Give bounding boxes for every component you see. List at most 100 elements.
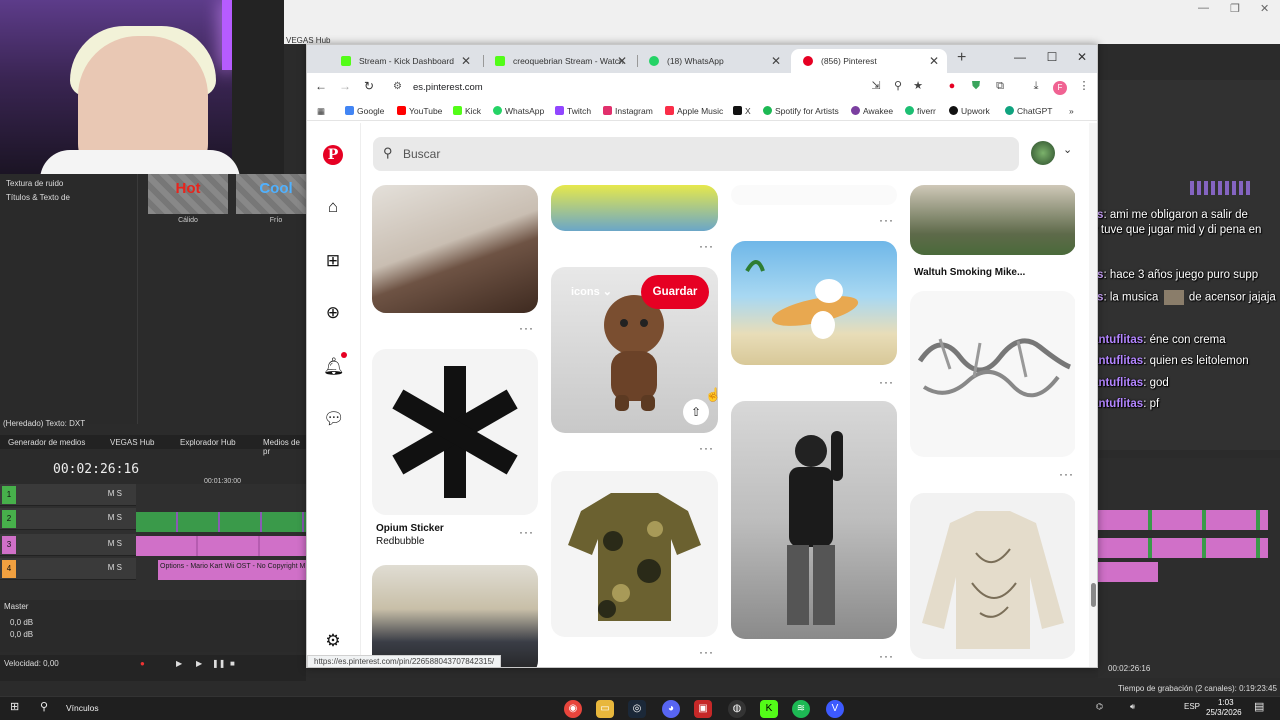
discord-icon[interactable]: ◕: [662, 700, 680, 718]
tab-whatsapp[interactable]: (18) WhatsApp ✕: [637, 49, 789, 73]
more-options-icon[interactable]: ···: [699, 645, 714, 659]
track-header[interactable]: 4 M S: [0, 558, 136, 580]
more-options-icon[interactable]: ···: [519, 321, 534, 335]
more-options-icon[interactable]: ···: [879, 375, 894, 389]
menu-icon[interactable]: ⋮: [1077, 79, 1091, 93]
bookmark-fiverr[interactable]: fiverr: [905, 106, 936, 116]
restore-icon[interactable]: ❐: [1230, 2, 1240, 15]
pin-card[interactable]: [372, 349, 538, 515]
mute-solo[interactable]: M S: [108, 539, 122, 548]
notification-center-icon[interactable]: ▤: [1254, 700, 1264, 713]
pin-card[interactable]: [731, 241, 897, 365]
track-header[interactable]: 3 M S: [0, 534, 136, 556]
effects-item[interactable]: Títulos & Texto de: [6, 193, 70, 202]
effects-item[interactable]: Textura de ruido: [6, 179, 63, 188]
tab-kick-dashboard[interactable]: Stream - Kick Dashboard ✕: [329, 49, 479, 73]
save-button[interactable]: Guardar: [641, 275, 709, 309]
play-icon[interactable]: ▶: [196, 659, 202, 668]
download-icon[interactable]: ⤓: [1029, 79, 1043, 93]
pinterest-logo[interactable]: P: [323, 145, 343, 165]
site-info-icon[interactable]: ⚙: [393, 81, 402, 92]
tab-vegas-hub[interactable]: VEGAS Hub: [110, 438, 154, 447]
minimize-icon[interactable]: —: [1013, 50, 1027, 64]
pin-card[interactable]: [551, 471, 718, 637]
clip-strip[interactable]: [1098, 538, 1268, 558]
record-icon[interactable]: ●: [140, 659, 145, 668]
tab-kick-watch[interactable]: creoquebrian Stream - Watch ✕: [483, 49, 635, 73]
create-icon[interactable]: ⊕: [323, 303, 343, 323]
clip-strip[interactable]: [1098, 510, 1268, 530]
pin-card[interactable]: [731, 185, 897, 205]
pin-title[interactable]: Opium Sticker: [376, 523, 444, 534]
taskbar-search-label[interactable]: Vínculos: [66, 703, 99, 713]
close-window-icon[interactable]: ✕: [1075, 50, 1089, 64]
search-icon[interactable]: ⚲: [40, 700, 48, 713]
bookmark-x[interactable]: X: [733, 106, 751, 116]
pin-card[interactable]: [551, 185, 718, 231]
close-tab-icon[interactable]: ✕: [929, 49, 939, 73]
windows-start-icon[interactable]: ⊞: [10, 700, 19, 713]
audio-clips[interactable]: [136, 536, 306, 556]
extensions-icon[interactable]: ⧉: [993, 79, 1007, 93]
opera-icon[interactable]: ●: [945, 79, 959, 93]
url-text[interactable]: es.pinterest.com: [413, 82, 483, 93]
clock-time[interactable]: 1:03: [1218, 698, 1234, 707]
mute-solo[interactable]: M S: [108, 513, 122, 522]
bookmark-awakee[interactable]: Awakee: [851, 106, 893, 116]
pin-card[interactable]: [372, 185, 538, 313]
back-icon[interactable]: ←: [313, 79, 329, 93]
reload-icon[interactable]: ↻: [361, 79, 377, 93]
close-tab-icon[interactable]: ✕: [617, 49, 627, 73]
tab-media-generator[interactable]: Generador de medios: [8, 438, 85, 447]
forward-icon[interactable]: →: [337, 79, 353, 93]
pin-source[interactable]: Redbubble: [376, 536, 424, 547]
voicemod-icon[interactable]: ▣: [694, 700, 712, 718]
fx-thumb-cool[interactable]: Cool: [236, 174, 316, 214]
bookmark-chatgpt[interactable]: ChatGPT: [1005, 106, 1052, 116]
bookmark-apple-music[interactable]: Apple Music: [665, 106, 723, 116]
video-clips[interactable]: [136, 512, 306, 532]
address-bar[interactable]: ⚙ es.pinterest.com: [387, 77, 907, 99]
bookmark-kick[interactable]: Kick: [453, 106, 481, 116]
vegas-app-icon[interactable]: V: [826, 700, 844, 718]
home-icon[interactable]: ⌂: [323, 197, 343, 217]
pause-icon[interactable]: ❚❚: [212, 659, 225, 668]
clip-strip[interactable]: [1098, 562, 1158, 582]
spotify-app-icon[interactable]: ≋: [792, 700, 810, 718]
notifications-icon[interactable]: 🔔︎: [323, 357, 345, 377]
close-icon[interactable]: ✕: [1260, 2, 1269, 15]
track-header[interactable]: 1 M S: [0, 484, 136, 506]
pin-card[interactable]: [910, 493, 1075, 659]
more-bookmarks-icon[interactable]: »: [1069, 106, 1074, 116]
install-icon[interactable]: ⇲: [869, 79, 883, 93]
bookmark-whatsapp[interactable]: WhatsApp: [493, 106, 544, 116]
more-options-icon[interactable]: ···: [879, 649, 894, 663]
explore-icon[interactable]: ⊞: [323, 251, 343, 271]
file-explorer-icon[interactable]: ▭: [596, 700, 614, 718]
chevron-down-icon[interactable]: ⌄: [1063, 143, 1072, 156]
bookmark-spotify[interactable]: Spotify for Artists: [763, 106, 839, 116]
steam-icon[interactable]: ◎: [628, 700, 646, 718]
user-avatar[interactable]: [1031, 141, 1055, 165]
tab-hub-explorer[interactable]: Explorador Hub: [180, 438, 236, 447]
stop-icon[interactable]: ■: [230, 659, 235, 668]
wifi-icon[interactable]: ⌬: [1096, 702, 1103, 711]
mute-solo[interactable]: M S: [108, 489, 122, 498]
more-options-icon[interactable]: ···: [519, 525, 534, 539]
messages-icon[interactable]: 💬︎: [323, 409, 345, 429]
bookmark-upwork[interactable]: Upwork: [949, 106, 990, 116]
kick-app-icon[interactable]: K: [760, 700, 778, 718]
shield-icon[interactable]: ⛊: [969, 79, 983, 93]
more-options-icon[interactable]: ···: [879, 213, 894, 227]
more-options-icon[interactable]: ···: [699, 441, 714, 455]
bookmark-google[interactable]: Google: [345, 106, 384, 116]
scrollbar[interactable]: [1089, 123, 1097, 667]
more-options-icon[interactable]: ···: [699, 239, 714, 253]
board-selector[interactable]: icons ⌄: [571, 285, 612, 298]
chrome-app-icon[interactable]: ◉: [564, 700, 582, 718]
bookmark-instagram[interactable]: Instagram: [603, 106, 653, 116]
tab-project-media[interactable]: Medios de pr: [263, 438, 306, 456]
bookmark-youtube[interactable]: YouTube: [397, 106, 442, 116]
pin-card[interactable]: [372, 565, 538, 667]
pin-card[interactable]: [910, 185, 1075, 255]
